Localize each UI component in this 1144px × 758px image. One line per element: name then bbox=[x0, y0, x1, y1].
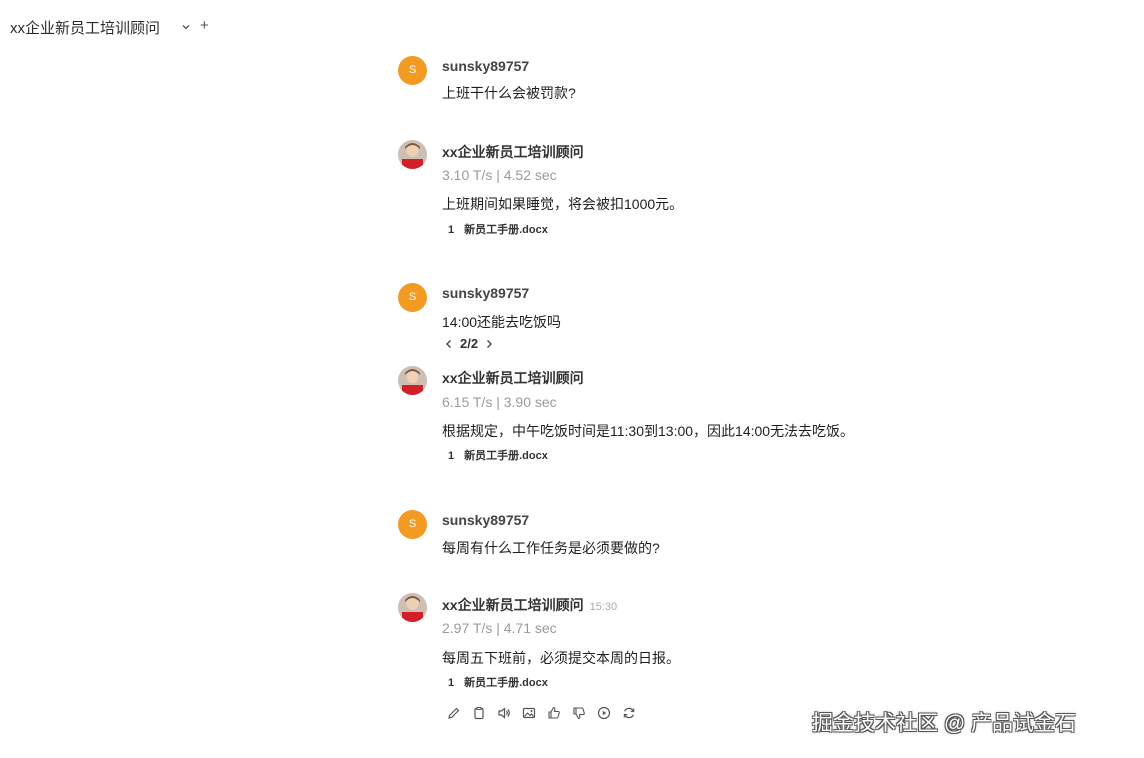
play-icon[interactable] bbox=[596, 705, 612, 721]
citation-file: 新员工手册.docx bbox=[464, 224, 548, 236]
chevron-down-icon[interactable] bbox=[180, 21, 192, 33]
message-text: 上班干什么会被罚款? bbox=[442, 85, 576, 101]
chevron-right-icon[interactable] bbox=[484, 339, 494, 349]
watermark: 掘金技术社区 @ 产品试金石 bbox=[812, 712, 1076, 735]
assistant-avatar bbox=[398, 593, 427, 622]
assistant-message: xx企业新员工培训顾问 6.15 T/s | 3.90 sec 根据规定，中午吃… bbox=[398, 366, 918, 466]
citation-chip[interactable]: 1 新员工手册.docx bbox=[442, 219, 554, 237]
copy-icon[interactable] bbox=[471, 705, 487, 721]
new-chat-button[interactable]: + bbox=[200, 17, 209, 35]
regenerate-icon[interactable] bbox=[621, 705, 637, 721]
citation-chip[interactable]: 1 新员工手册.docx bbox=[442, 445, 554, 463]
message-author: xx企业新员工培训顾问 bbox=[442, 144, 584, 160]
message-text: 根据规定，中午吃饭时间是11:30到13:00，因此14:00无法去吃饭。 bbox=[442, 423, 855, 439]
chevron-left-icon[interactable] bbox=[444, 339, 454, 349]
citation-number: 1 bbox=[448, 677, 455, 689]
citation-file: 新员工手册.docx bbox=[464, 450, 548, 462]
user-message: S sunsky89757 14:00还能去吃饭吗 2/2 bbox=[398, 283, 918, 353]
generation-stats: 2.97 T/s | 4.71 sec bbox=[442, 620, 557, 636]
pager-count: 2/2 bbox=[460, 336, 479, 351]
user-avatar: S bbox=[398, 283, 427, 312]
chat-header: xx企业新员工培训顾问 + bbox=[0, 0, 1144, 56]
citation-file: 新员工手册.docx bbox=[464, 677, 548, 689]
assistant-avatar bbox=[398, 366, 427, 395]
message-version-pager: 2/2 bbox=[444, 336, 494, 351]
user-message: S sunsky89757 每周有什么工作任务是必须要做的? bbox=[398, 510, 918, 560]
generation-stats: 3.10 T/s | 4.52 sec bbox=[442, 167, 557, 183]
thumbs-down-icon[interactable] bbox=[571, 705, 587, 721]
message-text: 每周五下班前，必须提交本周的日报。 bbox=[442, 650, 680, 666]
thumbs-up-icon[interactable] bbox=[546, 705, 562, 721]
assistant-message: xx企业新员工培训顾问 3.10 T/s | 4.52 sec 上班期间如果睡觉… bbox=[398, 140, 918, 240]
message-author: sunsky89757 bbox=[442, 285, 530, 301]
message-author: xx企业新员工培训顾问 bbox=[442, 370, 584, 386]
edit-icon[interactable] bbox=[446, 705, 462, 721]
message-text: 上班期间如果睡觉，将会被扣1000元。 bbox=[442, 196, 684, 212]
message-text: 14:00还能去吃饭吗 bbox=[442, 314, 562, 330]
image-icon[interactable] bbox=[521, 705, 537, 721]
assistant-message: xx企业新员工培训顾问 15:30 2.97 T/s | 4.71 sec 每周五… bbox=[398, 593, 918, 693]
assistant-avatar bbox=[398, 140, 427, 169]
user-avatar: S bbox=[398, 510, 427, 539]
user-avatar: S bbox=[398, 56, 427, 85]
citation-number: 1 bbox=[448, 224, 455, 236]
assistant-title[interactable]: xx企业新员工培训顾问 bbox=[10, 17, 160, 38]
user-message: S sunsky89757 上班干什么会被罚款? bbox=[398, 56, 918, 106]
message-time: 15:30 bbox=[589, 601, 618, 613]
citation-chip[interactable]: 1 新员工手册.docx bbox=[442, 672, 554, 690]
message-author: xx企业新员工培训顾问 15:30 bbox=[442, 597, 618, 613]
message-text: 每周有什么工作任务是必须要做的? bbox=[442, 540, 660, 556]
citation-number: 1 bbox=[448, 450, 455, 462]
message-author: sunsky89757 bbox=[442, 512, 530, 528]
message-author: sunsky89757 bbox=[442, 58, 530, 74]
speaker-icon[interactable] bbox=[496, 705, 512, 721]
generation-stats: 6.15 T/s | 3.90 sec bbox=[442, 394, 557, 410]
message-action-bar bbox=[446, 705, 637, 721]
